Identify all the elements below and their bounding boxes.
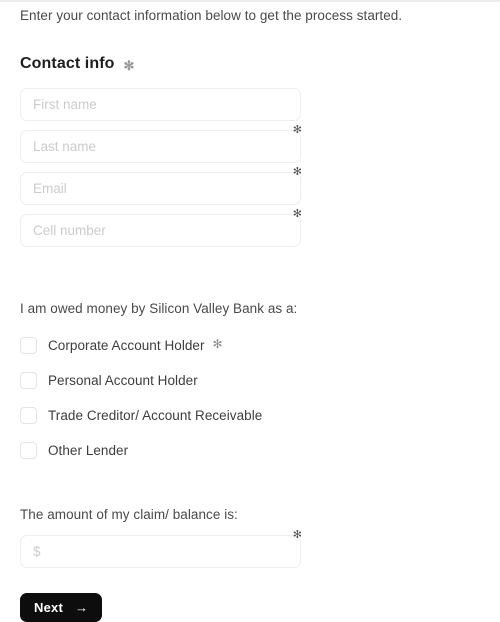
claim-form-page: Enter your contact information below to … <box>0 0 500 622</box>
last-name-required-asterisk-icon: ✻ <box>292 124 302 136</box>
owed-money-checkbox-group: Corporate Account Holder ✻ Personal Acco… <box>20 334 480 461</box>
contact-info-heading: Contact info ✻ <box>20 25 480 73</box>
next-button-label: Next <box>34 600 63 615</box>
contact-info-heading-label: Contact info <box>20 55 115 72</box>
checkbox-label-other-lender: Other Lender <box>48 442 129 458</box>
submit-row: Next → <box>20 593 480 622</box>
checkbox-unchecked-icon[interactable] <box>20 441 37 459</box>
email-field-wrap: ✻ <box>20 167 302 205</box>
claim-amount-inner-wrap: ✻ <box>20 530 302 568</box>
first-name-field-wrap <box>20 88 301 121</box>
claim-amount-required-asterisk-icon: ✻ <box>292 529 302 541</box>
checkbox-unchecked-icon[interactable] <box>20 371 37 389</box>
claim-amount-input[interactable] <box>20 535 301 568</box>
checkbox-unchecked-icon[interactable] <box>20 336 37 354</box>
claim-amount-label: The amount of my claim/ balance is: <box>20 507 238 522</box>
required-asterisk-icon: ✻ <box>123 57 135 73</box>
contact-fields: ✻ ✻ ✻ <box>20 88 480 247</box>
cell-number-input[interactable] <box>20 214 301 247</box>
claim-amount-field-wrap: ✻ <box>20 530 480 568</box>
arrow-right-icon: → <box>74 600 89 615</box>
checkbox-row-other-lender[interactable]: Other Lender <box>20 439 480 461</box>
checkbox-label-trade-creditor: Trade Creditor/ Account Receivable <box>48 407 263 423</box>
checkbox-row-personal-account-holder[interactable]: Personal Account Holder <box>20 369 480 391</box>
corporate-account-holder-required-asterisk-icon: ✻ <box>212 337 223 351</box>
owed-money-label: I am owed money by Silicon Valley Bank a… <box>20 301 298 316</box>
checkbox-row-corporate-account-holder[interactable]: Corporate Account Holder ✻ <box>20 334 480 356</box>
intro-text: Enter your contact information below to … <box>20 8 403 23</box>
cell-number-field-wrap: ✻ <box>20 209 302 247</box>
last-name-input[interactable] <box>20 130 301 163</box>
checkbox-row-trade-creditor[interactable]: Trade Creditor/ Account Receivable <box>20 404 480 426</box>
email-input[interactable] <box>20 172 301 205</box>
first-name-input[interactable] <box>20 88 301 121</box>
checkbox-label-corporate-account-holder: Corporate Account Holder <box>48 337 205 353</box>
email-required-asterisk-icon: ✻ <box>292 166 302 178</box>
checkbox-label-personal-account-holder: Personal Account Holder <box>48 372 198 388</box>
checkbox-unchecked-icon[interactable] <box>20 406 37 424</box>
last-name-field-wrap: ✻ <box>20 125 302 163</box>
form-content: Enter your contact information below to … <box>20 0 480 622</box>
cell-number-required-asterisk-icon: ✻ <box>292 208 302 220</box>
next-button[interactable]: Next → <box>20 593 103 622</box>
